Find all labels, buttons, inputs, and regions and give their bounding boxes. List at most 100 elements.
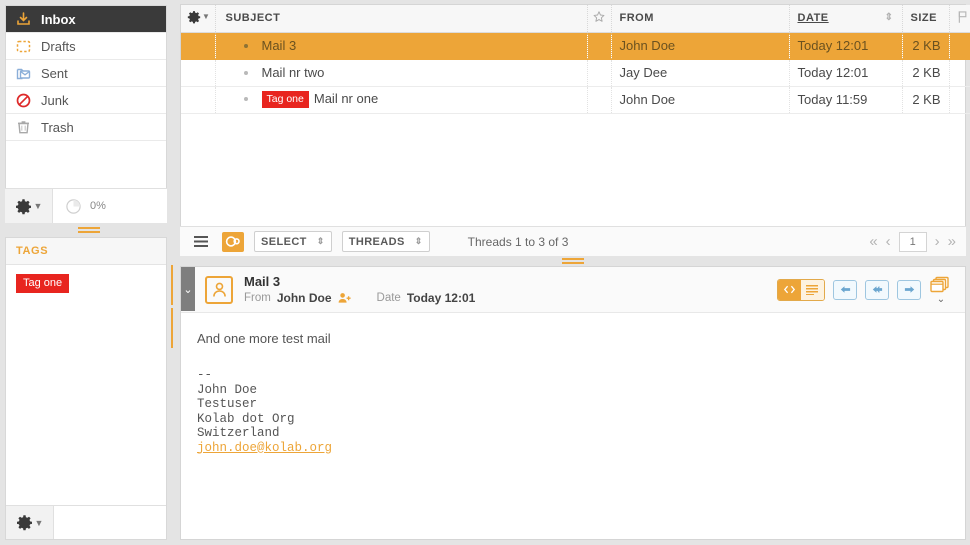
- message-preview-pane: ⌄ Mail 3 From John Doe Date Today 12:01: [180, 266, 966, 540]
- prev-page-button[interactable]: ‹: [886, 233, 891, 250]
- copy-to-folder-button[interactable]: ⌄: [929, 275, 953, 305]
- sidebar-item-junk[interactable]: Junk: [6, 87, 166, 114]
- preview-subject: Mail 3: [244, 274, 281, 289]
- date-value: Today 12:01: [406, 291, 476, 305]
- text-view-icon[interactable]: [801, 279, 824, 300]
- forward-button[interactable]: [897, 279, 921, 300]
- threads-dropdown-label: THREADS: [348, 235, 405, 248]
- next-page-button[interactable]: ›: [935, 233, 940, 250]
- from-name[interactable]: John Doe: [277, 291, 332, 305]
- sidebar-item-drafts[interactable]: Drafts: [6, 33, 166, 60]
- sidebar-item-sent[interactable]: Sent: [6, 60, 166, 87]
- tags-options-button[interactable]: ▼: [6, 506, 54, 539]
- chevron-updown-icon: ⇕: [316, 236, 325, 246]
- chevron-down-icon[interactable]: ⌄: [937, 295, 945, 305]
- row-star[interactable]: [587, 32, 612, 60]
- message-count-text: Threads 1 to 3 of 3: [467, 234, 569, 249]
- contact-avatar-icon: [212, 282, 226, 297]
- unread-dot-icon: [243, 97, 248, 102]
- row-subject: Mail 3: [215, 32, 588, 60]
- preview-actions: ⌄: [777, 275, 965, 305]
- mail-client: Inbox Drafts Sent Junk Trash ▼ 0% TAGS T…: [0, 0, 970, 545]
- row-subject: Tag one Mail nr one: [215, 86, 588, 114]
- chevron-down-icon: ▼: [33, 201, 43, 211]
- column-size[interactable]: SIZE: [902, 5, 950, 33]
- select-dropdown[interactable]: SELECT ⇕: [254, 231, 332, 252]
- table-row[interactable]: Tag one Mail nr one John Doe Today 11:59 …: [181, 86, 970, 114]
- drafts-icon: [14, 37, 32, 55]
- view-mode-toggle[interactable]: [777, 278, 825, 301]
- list-options-button[interactable]: ▼: [181, 5, 216, 33]
- page-number-input[interactable]: 1: [898, 231, 927, 252]
- column-date[interactable]: DATE ⇕: [789, 5, 903, 33]
- sidebar-item-trash[interactable]: Trash: [6, 114, 166, 141]
- list-mode-button[interactable]: [190, 232, 212, 252]
- gear-icon: [16, 515, 32, 531]
- sidebar-options-button[interactable]: ▼: [5, 189, 53, 223]
- row-date: Today 11:59: [789, 86, 903, 114]
- reply-all-button[interactable]: [865, 279, 889, 300]
- tag-item[interactable]: Tag one: [16, 274, 70, 293]
- conversation-toggle-button[interactable]: [222, 231, 244, 252]
- first-page-button[interactable]: «: [869, 233, 877, 250]
- sidebar-item-label: Drafts: [41, 38, 76, 54]
- avatar: [205, 275, 233, 304]
- row-marker-cell: [181, 59, 216, 87]
- copy-to-folder-icon: [930, 276, 949, 293]
- sidebar-item-label: Inbox: [41, 11, 76, 27]
- threads-dropdown[interactable]: THREADS ⇕: [341, 231, 430, 252]
- quota-pie-icon: [66, 198, 81, 214]
- tags-list: Tag one: [6, 265, 166, 505]
- row-size: 2 KB: [902, 59, 950, 87]
- row-from: John Doe: [611, 32, 790, 60]
- row-flag[interactable]: [949, 59, 970, 87]
- table-row[interactable]: Mail 3 John Doe Today 12:01 2 KB: [181, 32, 970, 60]
- message-list-pane: ▼ SUBJECT FROM DATE ⇕ SIZE Mail 3 John D…: [180, 4, 970, 256]
- junk-icon: [14, 91, 32, 109]
- quota-display: 0%: [53, 198, 106, 215]
- conversation-icon: [225, 235, 240, 247]
- message-body-text: And one more test mail: [197, 331, 331, 346]
- row-from: John Doe: [611, 86, 790, 114]
- quota-percent: 0%: [90, 200, 106, 212]
- message-table-header: ▼ SUBJECT FROM DATE ⇕ SIZE: [181, 5, 970, 33]
- chevron-down-icon: ▼: [34, 517, 44, 528]
- reply-icon: [840, 286, 850, 293]
- chevron-down-icon: ▼: [202, 12, 211, 22]
- from-label: From: [244, 292, 271, 304]
- list-preview-splitter[interactable]: [562, 258, 584, 264]
- add-contact-icon[interactable]: [338, 292, 351, 304]
- list-mode-icon: [193, 236, 208, 247]
- sidebar-horizontal-splitter[interactable]: [78, 227, 100, 233]
- row-star[interactable]: [587, 86, 612, 114]
- row-subject: Mail nr two: [215, 59, 588, 87]
- sidebar: Inbox Drafts Sent Junk Trash ▼ 0% TAGS T…: [0, 0, 173, 545]
- row-size: 2 KB: [902, 86, 950, 114]
- preview-body: And one more test mail -- John Doe Testu…: [181, 313, 965, 473]
- row-flag[interactable]: [949, 32, 970, 60]
- trash-icon: [14, 118, 32, 136]
- reply-all-icon: [872, 286, 882, 293]
- signature-email-link[interactable]: john.doe@kolab.org: [197, 441, 332, 455]
- reply-button[interactable]: [833, 279, 857, 300]
- column-subject[interactable]: SUBJECT: [215, 5, 588, 33]
- last-page-button[interactable]: »: [948, 233, 956, 250]
- message-signature: -- John Doe Testuser Kolab dot Org Switz…: [197, 368, 949, 455]
- code-view-icon[interactable]: [778, 279, 801, 300]
- inbox-icon: [14, 10, 32, 28]
- column-flag[interactable]: [949, 5, 970, 33]
- sidebar-item-inbox[interactable]: Inbox: [6, 6, 166, 33]
- tags-title: TAGS: [6, 238, 166, 265]
- row-flag[interactable]: [949, 86, 970, 114]
- sort-updown-icon: ⇕: [884, 12, 894, 24]
- column-from[interactable]: FROM: [611, 5, 790, 33]
- chevron-updown-icon: ⇕: [414, 236, 423, 246]
- star-icon: [593, 11, 605, 22]
- message-table-body: Mail 3 John Doe Today 12:01 2 KB Mail nr…: [181, 32, 970, 114]
- vertical-splitter[interactable]: [171, 265, 177, 348]
- preview-collapse-button[interactable]: ⌄: [181, 267, 195, 311]
- preview-header-text: Mail 3 From John Doe Date Today 12:01: [244, 274, 475, 305]
- table-row[interactable]: Mail nr two Jay Dee Today 12:01 2 KB: [181, 59, 970, 87]
- column-star[interactable]: [587, 5, 612, 33]
- row-star[interactable]: [587, 59, 612, 87]
